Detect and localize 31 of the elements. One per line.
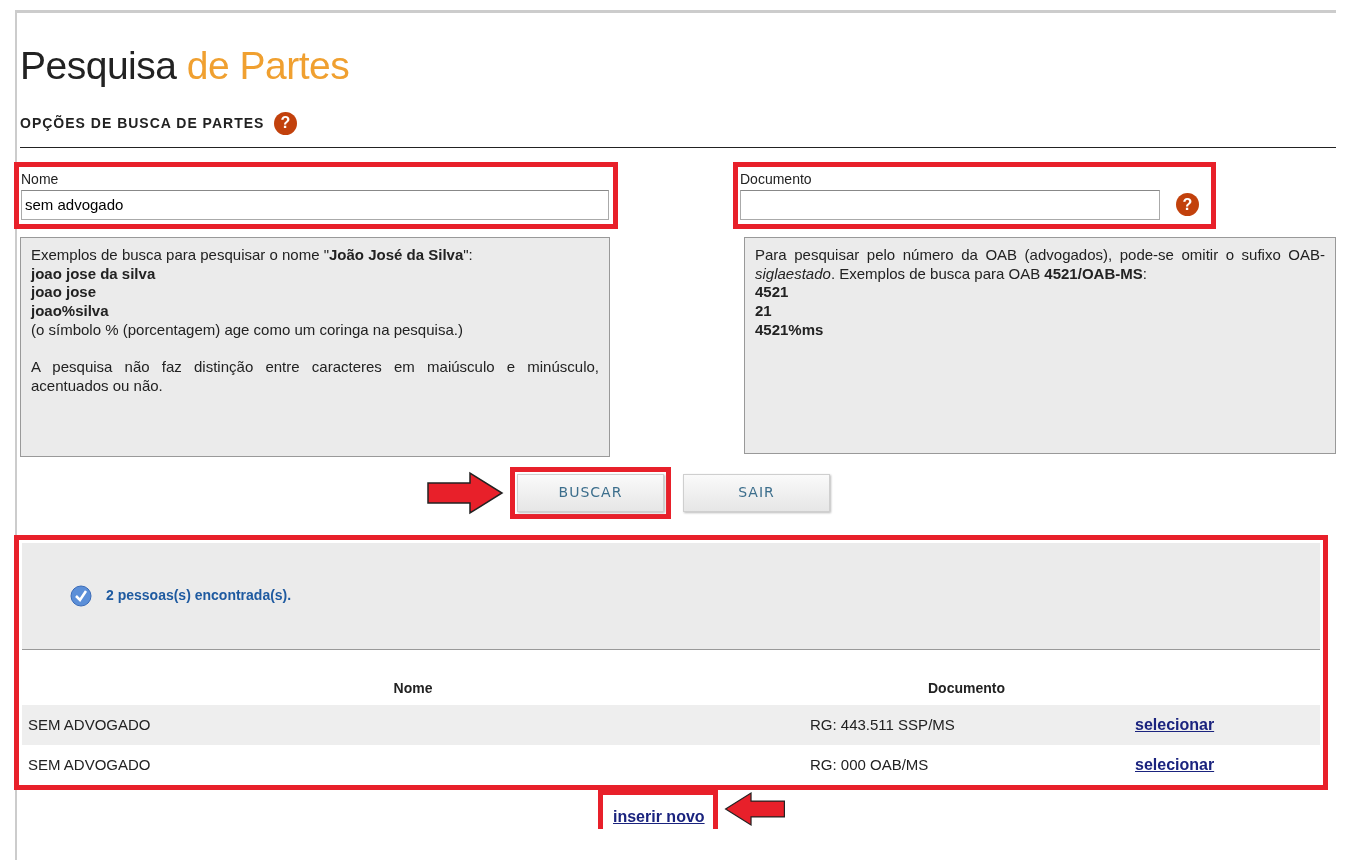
table-cell: RG: 000 OAB/MS [804,744,1129,785]
example-text: joao%silva [31,302,110,321]
insert-link[interactable]: inserir novo [613,807,705,825]
text-input-field[interactable]: sem advogado [21,189,609,220]
field-label: Documento [740,169,813,189]
example-text: 21 [755,302,773,321]
example-text: 4521 [755,283,790,303]
help-text: Para pesquisar pelo número da OAB (advogados), pode-se omitir o sufixo OAB-siglaestado. Exemplos de busca para OAB 4521/OAB-MS: [755,245,1325,284]
help-icon[interactable]: ? [274,111,298,135]
field-label: Nome [21,169,60,189]
action-button[interactable]: SAIR [683,473,830,512]
checkmark-icon [70,584,92,607]
page-title: Pesquisa de Partes [20,43,351,89]
help-text: (o símbolo % (porcentagem) age como um coringa na pesquisa.) [31,320,464,340]
table-cell: SEM ADVOGADO [22,704,804,745]
help-icon[interactable]: ? [1176,193,1199,217]
column-header: Documento [804,649,1129,705]
select-link[interactable]: selecionar [1135,715,1215,733]
column-header: Nome [22,649,804,705]
example-text: joao jose da silva [31,264,157,284]
help-text: Exemplos de busca para pesquisar o nome "João José da Silva": [31,245,474,265]
example-text: 4521%ms [755,320,825,340]
table-cell: RG: 443.511 SSP/MS [804,704,1129,745]
example-text: joao jose [31,283,98,303]
select-link[interactable]: selecionar [1135,755,1215,773]
text-input-field[interactable] [740,189,1160,220]
action-button[interactable]: BUSCAR [517,473,664,512]
section-heading: OPÇÕES DE BUSCA DE PARTES [20,113,265,133]
help-paragraph: A pesquisa não faz distinção entre caracteres em maiúsculo e minúsculo, acentuados ou não. [31,358,599,396]
result-message: 2 pessoas(s) encontrada(s). [106,586,292,606]
table-cell: SEM ADVOGADO [22,744,804,785]
